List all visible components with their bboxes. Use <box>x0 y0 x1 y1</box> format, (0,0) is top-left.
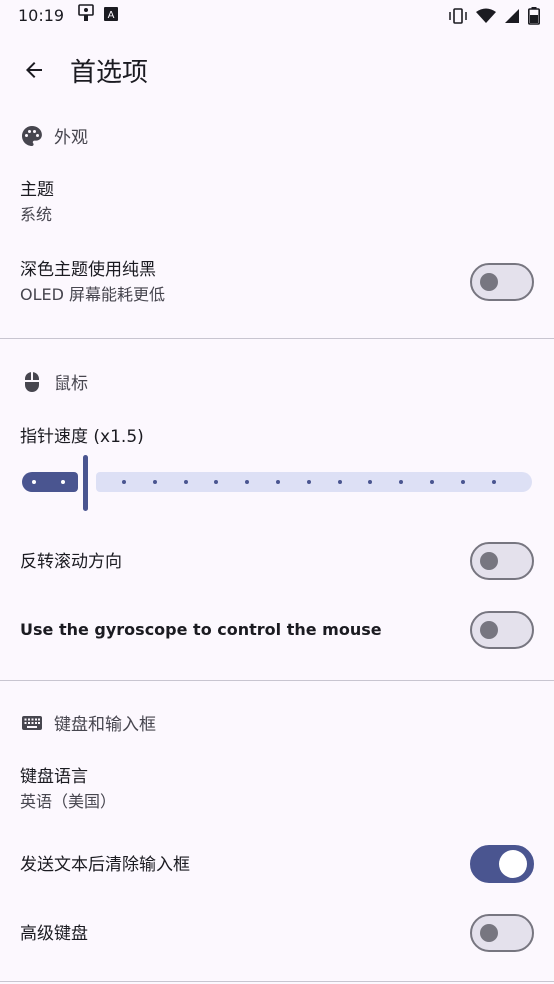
section-title: 外观 <box>54 128 88 148</box>
pref-summary: OLED 屏幕能耗更低 <box>20 285 166 304</box>
switch-thumb <box>480 552 498 570</box>
slider-tick <box>214 480 218 484</box>
page-title: 首选项 <box>70 58 149 88</box>
section-title: 鼠标 <box>54 374 88 394</box>
keyboard-icon <box>20 711 44 735</box>
pref-title: 发送文本后清除输入框 <box>20 855 190 875</box>
pref-gyroscope[interactable]: Use the gyroscope to control the mouse <box>20 617 382 643</box>
pref-keyboard-language[interactable]: 键盘语言 英语（美国） <box>20 764 116 814</box>
pref-summary: 英语（美国） <box>20 792 117 811</box>
svg-text:A: A <box>108 10 115 21</box>
pref-summary: 系统 <box>20 205 53 224</box>
slider-tick <box>153 480 157 484</box>
slider-tick <box>461 480 465 484</box>
mouse-icon <box>20 370 44 394</box>
pref-title: 指针速度 (x1.5) <box>20 427 144 447</box>
slider-tick <box>184 480 188 484</box>
section-header-mouse: 鼠标 <box>20 369 88 394</box>
pref-title: 键盘语言 <box>20 767 88 787</box>
divider <box>0 338 554 339</box>
pref-title: Use the gyroscope to control the mouse <box>20 620 382 639</box>
signal-icon <box>504 8 520 28</box>
usb-debug-icon <box>78 4 94 26</box>
pref-advanced-keyboard[interactable]: 高级键盘 <box>20 921 88 947</box>
section-header-keyboard: 键盘和输入框 <box>20 710 156 735</box>
pref-pointer-speed: 指针速度 (x1.5) <box>20 424 144 450</box>
pointer-speed-slider[interactable] <box>20 455 534 511</box>
pref-title: 高级键盘 <box>20 924 88 944</box>
vibrate-icon <box>448 8 468 28</box>
slider-tick <box>399 480 403 484</box>
switch-thumb <box>480 273 498 291</box>
slider-tick <box>492 480 496 484</box>
slider-tick <box>122 480 126 484</box>
slider-tick <box>32 480 36 484</box>
slider-inactive-track <box>96 472 532 492</box>
section-title: 键盘和输入框 <box>54 715 156 735</box>
slider-tick <box>276 480 280 484</box>
status-bar: 10:19 A <box>0 0 554 30</box>
slider-handle[interactable] <box>83 455 88 511</box>
switch-thumb <box>480 621 498 639</box>
invert-scroll-switch[interactable] <box>470 542 534 580</box>
divider <box>0 680 554 681</box>
pref-title: 反转滚动方向 <box>20 552 122 572</box>
advanced-keyboard-switch[interactable] <box>470 914 534 952</box>
slider-active-track <box>22 472 78 492</box>
top-app-bar: 首选项 <box>0 40 554 100</box>
divider <box>0 981 554 982</box>
keyboard-notification-icon: A <box>104 6 119 25</box>
pref-dark-black[interactable]: 深色主题使用纯黑 OLED 屏幕能耗更低 <box>20 257 165 307</box>
back-button[interactable] <box>20 56 48 84</box>
pref-invert-scroll[interactable]: 反转滚动方向 <box>20 549 122 575</box>
slider-tick <box>368 480 372 484</box>
slider-tick <box>61 480 65 484</box>
arrow-back-icon <box>26 62 42 78</box>
slider-tick <box>307 480 311 484</box>
clear-after-send-switch[interactable] <box>470 845 534 883</box>
switch-thumb <box>499 850 527 878</box>
battery-icon <box>528 7 540 29</box>
palette-icon <box>20 124 44 148</box>
switch-thumb <box>480 924 498 942</box>
slider-tick <box>245 480 249 484</box>
pref-title: 深色主题使用纯黑 <box>20 260 156 280</box>
pref-theme[interactable]: 主题 系统 <box>20 177 54 227</box>
wifi-icon <box>476 8 496 28</box>
status-time: 10:19 <box>18 5 65 25</box>
slider-tick <box>338 480 342 484</box>
slider-tick <box>430 480 434 484</box>
dark-black-switch[interactable] <box>470 263 534 301</box>
section-header-appearance: 外观 <box>20 123 88 148</box>
gyroscope-switch[interactable] <box>470 611 534 649</box>
pref-clear-after-send[interactable]: 发送文本后清除输入框 <box>20 852 190 878</box>
pref-title: 主题 <box>20 180 54 200</box>
